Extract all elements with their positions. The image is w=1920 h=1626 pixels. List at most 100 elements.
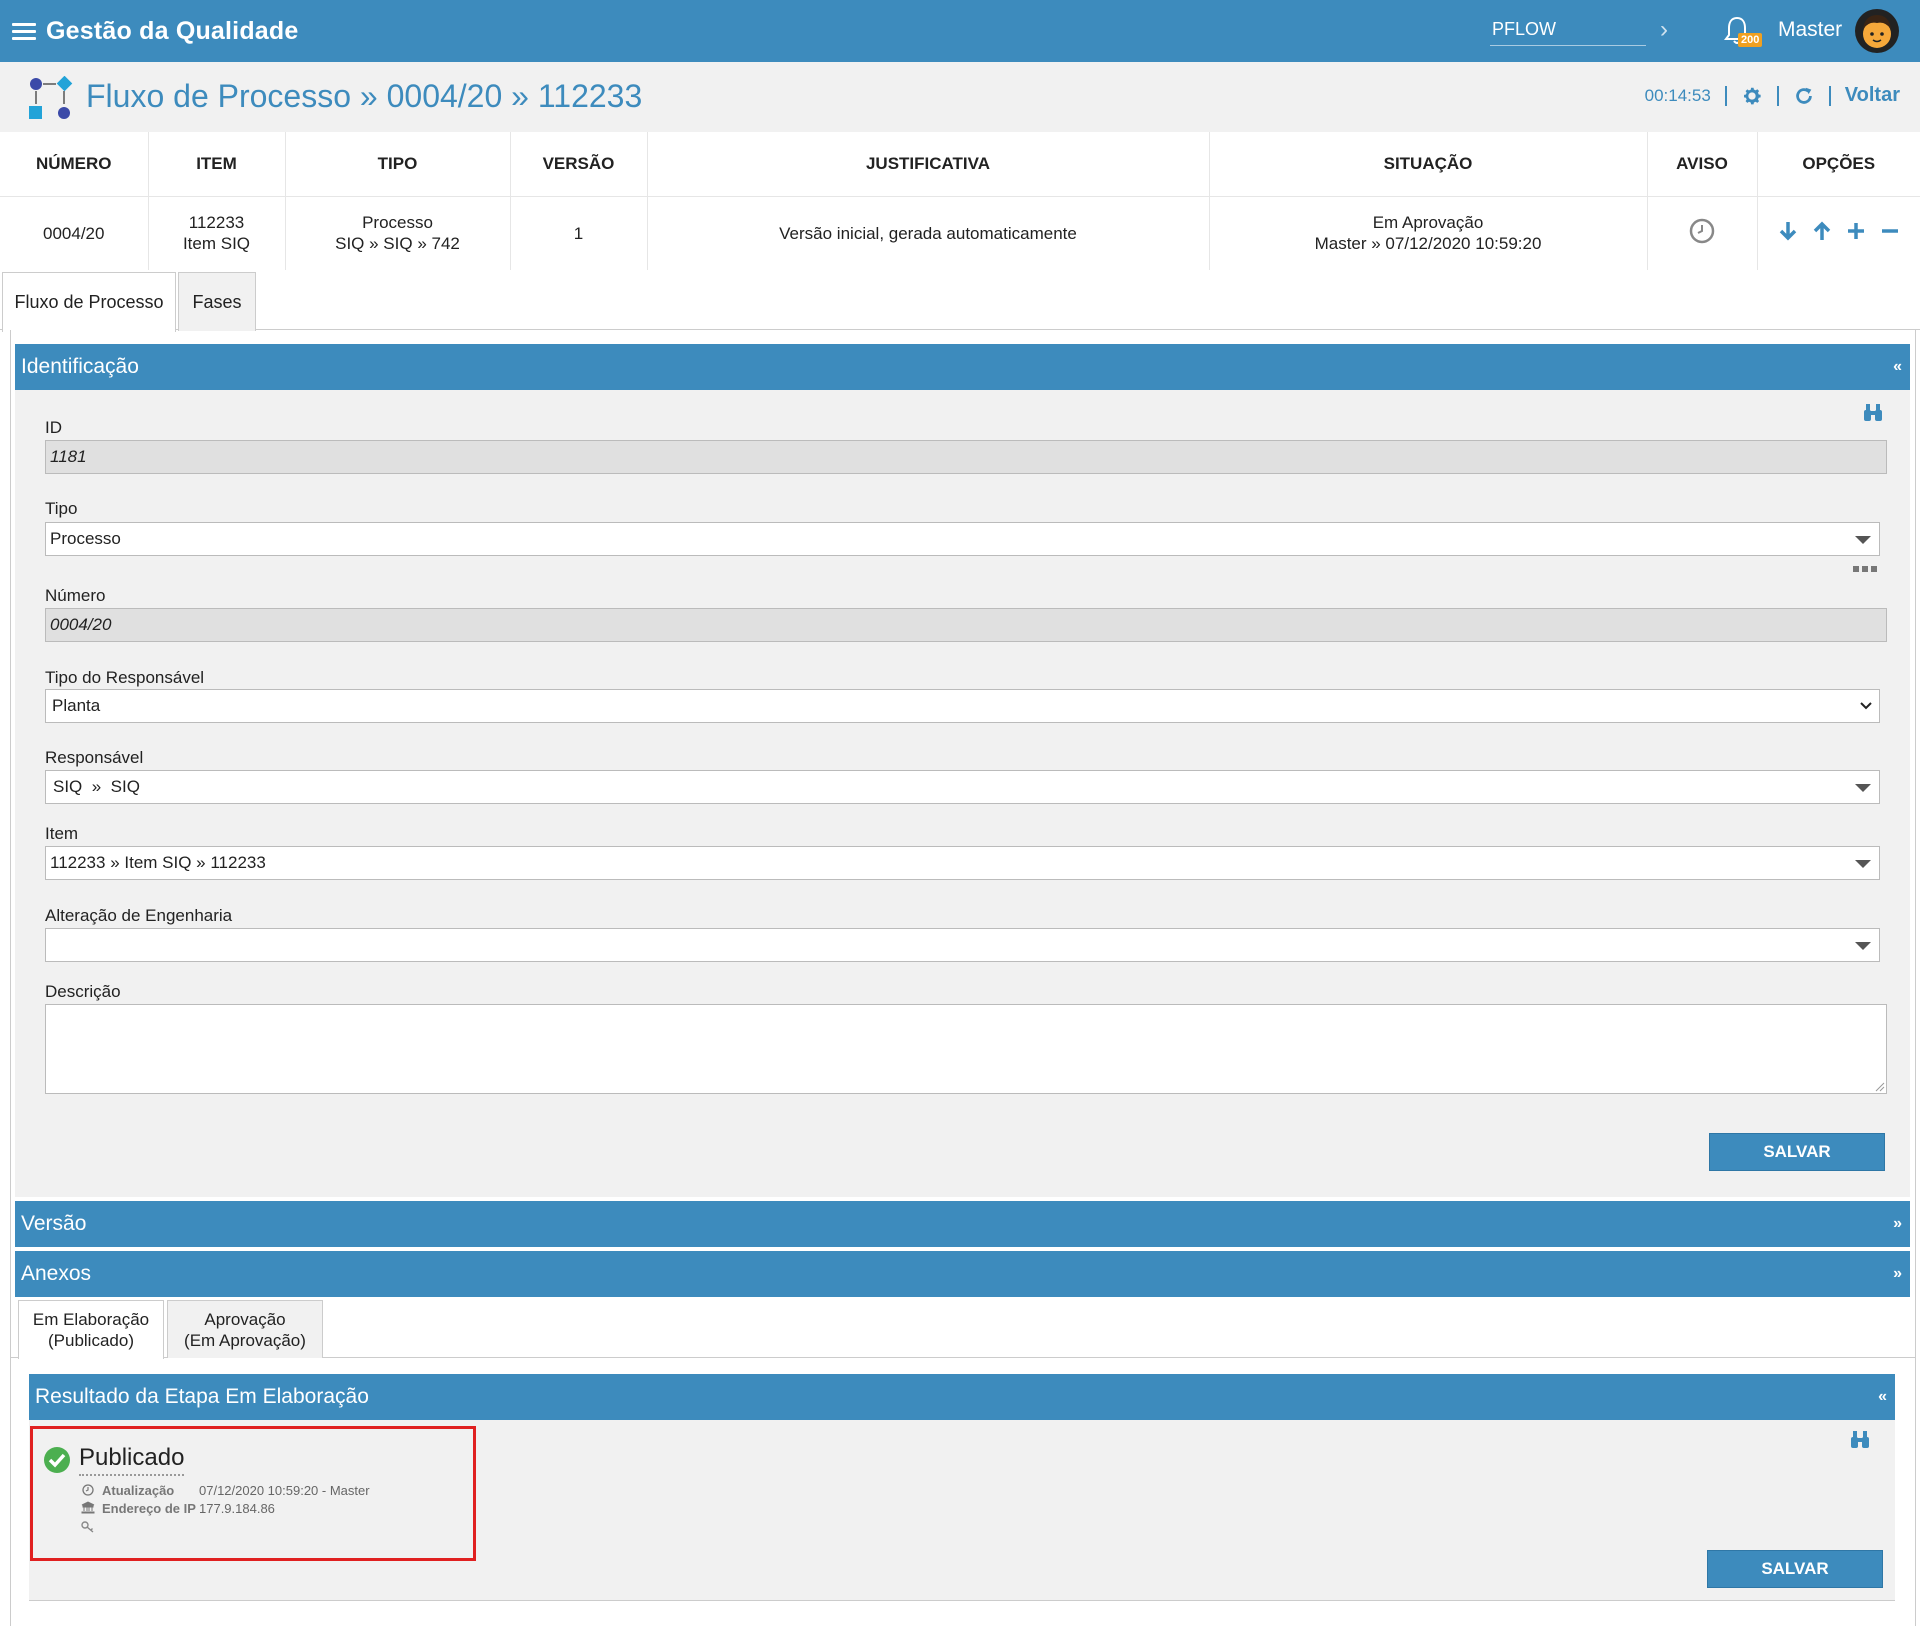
table-row: 0004/20 112233 Item SIQ Processo SIQ » SIQ… [0, 196, 1920, 270]
menu-icon[interactable] [12, 19, 36, 44]
cell-justificativa: Versão inicial, gerada automaticamente [647, 196, 1210, 270]
notification-badge: 200 [1738, 33, 1763, 47]
gear-icon[interactable] [1741, 85, 1763, 107]
user-name[interactable]: Master [1778, 18, 1842, 42]
binoculars-icon[interactable] [1862, 402, 1884, 424]
column-header: VERSÃO [510, 132, 648, 197]
column-header: JUSTIFICATIVA [647, 132, 1210, 197]
panel-title: Resultado da Etapa Em Elaboração [35, 1385, 369, 1408]
panel-versao-header[interactable]: Versão » [15, 1201, 1910, 1247]
panel-title: Versão [21, 1212, 87, 1235]
refresh-icon[interactable] [1793, 85, 1815, 107]
tipo-path: SIQ » SIQ » 742 [335, 234, 460, 254]
cell-aviso [1647, 196, 1758, 270]
tab-line: Aprovação [204, 1310, 286, 1329]
item-label: Item [45, 824, 79, 843]
chevron-right-icon[interactable]: › [1660, 16, 1668, 44]
responsavel-select[interactable]: SIQ » SIQ [45, 770, 1880, 804]
check-circle-icon [44, 1447, 70, 1473]
main-tabs: Fluxo de Processo Fases [0, 270, 1920, 332]
more-icon[interactable] [1852, 564, 1878, 574]
alteracao-select[interactable] [45, 928, 1880, 962]
avatar[interactable] [1855, 9, 1899, 53]
tipo-responsavel-label: Tipo do Responsável [45, 668, 205, 687]
tipo-responsavel-value: Planta [52, 696, 101, 715]
panel-anexos-header[interactable]: Anexos » [15, 1251, 1910, 1297]
caret-down-icon [1855, 942, 1871, 950]
save-button[interactable]: SALVAR [1709, 1133, 1885, 1171]
descricao-label: Descrição [45, 982, 121, 1001]
key-icon [81, 1521, 94, 1533]
panel-title: Identificação [21, 355, 139, 378]
tipo-select[interactable]: Processo [45, 522, 1880, 556]
tab-aprovacao[interactable]: Aprovação (Em Aprovação) [167, 1300, 323, 1358]
ip-value: 177.9.184.86 [199, 1501, 275, 1516]
tipo-label: Tipo [45, 499, 78, 518]
tab-line: (Publicado) [48, 1331, 134, 1350]
tab-fluxo-de-processo[interactable]: Fluxo de Processo [2, 272, 176, 332]
expand-icon[interactable]: » [1893, 1215, 1902, 1233]
id-field: 1181 [45, 440, 1887, 474]
responsavel-label: Responsável [45, 748, 144, 767]
item-code: 112233 [188, 213, 245, 233]
numero-field: 0004/20 [45, 608, 1887, 642]
summary-table: NÚMERO ITEM TIPO VERSÃO JUSTIFICATIVA SI… [0, 132, 1920, 270]
item-name: Item SIQ [182, 234, 251, 254]
atualizacao-label: Atualização [102, 1483, 175, 1498]
page-header: Fluxo de Processo » 0004/20 » 112233 00:… [0, 62, 1920, 132]
plus-icon[interactable] [1846, 220, 1866, 242]
column-header: AVISO [1647, 132, 1758, 197]
minus-icon[interactable] [1880, 220, 1900, 242]
stage-tabs: Em Elaboração (Publicado) Aprovação (Em … [10, 1300, 1916, 1359]
caret-down-icon [1855, 784, 1871, 792]
back-link[interactable]: Voltar [1845, 84, 1900, 107]
app-title: Gestão da Qualidade [46, 16, 299, 45]
divider [1776, 85, 1779, 106]
arrow-up-icon[interactable] [1812, 220, 1832, 242]
tipo-value: Processo [362, 213, 433, 233]
arrow-down-icon[interactable] [1778, 220, 1798, 242]
responsavel-value: SIQ » SIQ [53, 777, 140, 796]
column-header: ITEM [148, 132, 286, 197]
table-header-row: NÚMERO ITEM TIPO VERSÃO JUSTIFICATIVA SI… [0, 132, 1920, 197]
item-select[interactable]: 112233 » Item SIQ » 112233 [45, 846, 1880, 880]
id-label: ID [45, 418, 62, 437]
save-button[interactable]: SALVAR [1707, 1550, 1883, 1588]
clock-icon [82, 1484, 94, 1496]
panel-identificacao-header[interactable]: Identificação « [15, 344, 1910, 390]
cell-versao: 1 [510, 196, 648, 270]
numero-label: Número [45, 586, 106, 605]
cell-opcoes [1757, 196, 1920, 270]
divider [1828, 85, 1831, 106]
clock-icon[interactable] [1688, 217, 1716, 245]
item-value: 112233 » Item SIQ » 112233 [50, 853, 266, 872]
panel-resultado-header[interactable]: Resultado da Etapa Em Elaboração « [29, 1374, 1895, 1420]
collapse-icon[interactable]: « [1878, 1388, 1887, 1406]
panel-title: Anexos [21, 1262, 92, 1285]
bank-icon [81, 1501, 95, 1514]
column-header: OPÇÕES [1757, 132, 1920, 197]
atualizacao-value: 07/12/2020 10:59:20 - Master [199, 1483, 370, 1498]
caret-down-icon [1855, 536, 1871, 544]
environment-input[interactable] [1490, 14, 1646, 46]
tab-line: Em Elaboração [32, 1310, 150, 1329]
column-header: NÚMERO [0, 132, 149, 197]
status-title: Publicado [79, 1444, 185, 1476]
tab-em-elaboracao[interactable]: Em Elaboração (Publicado) [18, 1300, 164, 1359]
ip-label: Endereço de IP [102, 1501, 196, 1516]
tab-fases[interactable]: Fases [178, 272, 256, 331]
tipo-responsavel-select[interactable]: Planta [45, 689, 1880, 723]
descricao-textarea[interactable] [45, 1004, 1887, 1094]
tab-line: (Em Aprovação) [184, 1331, 306, 1350]
resize-handle-icon[interactable] [1873, 1080, 1885, 1092]
header-actions: 00:14:53 Voltar [1645, 84, 1900, 107]
cell-item: 112233 Item SIQ [148, 196, 286, 270]
cell-situacao: Em Aprovação Master » 07/12/2020 10:59:20 [1209, 196, 1648, 270]
collapse-icon[interactable]: « [1893, 358, 1902, 376]
divider [1724, 85, 1727, 106]
binoculars-icon[interactable] [1849, 1429, 1871, 1451]
cell-numero: 0004/20 [0, 196, 149, 270]
column-header: TIPO [285, 132, 511, 197]
expand-icon[interactable]: » [1893, 1265, 1902, 1283]
situacao-value: Em Aprovação [1372, 213, 1484, 233]
